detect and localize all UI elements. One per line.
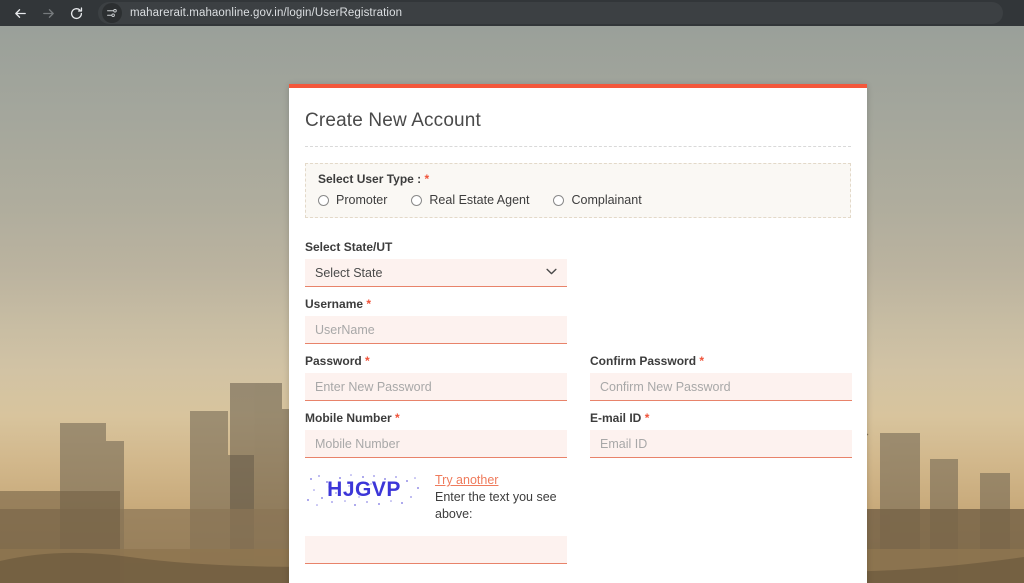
browser-toolbar: maharerait.mahaonline.gov.in/login/UserR… <box>0 0 1024 26</box>
password-label: Password * <box>305 354 567 368</box>
radio-label: Promoter <box>336 193 387 207</box>
create-account-card: Create New Account Select User Type : * … <box>289 84 867 583</box>
mobile-label: Mobile Number * <box>305 411 567 425</box>
captcha-text: HJGVP <box>327 478 401 502</box>
radio-circle-icon <box>553 195 564 206</box>
mobile-label-text: Mobile Number <box>305 411 392 425</box>
radio-option-promoter[interactable]: Promoter <box>318 193 387 207</box>
reload-icon <box>69 6 84 21</box>
captcha-hint: Enter the text you see above: <box>435 489 575 523</box>
back-button[interactable] <box>6 1 34 25</box>
password-row: Password * Enter New Password Confirm Pa… <box>305 346 851 401</box>
radio-option-real-estate-agent[interactable]: Real Estate Agent <box>411 193 529 207</box>
state-label: Select State/UT <box>305 240 567 254</box>
required-marker: * <box>366 297 371 311</box>
chevron-down-icon <box>546 268 557 278</box>
email-label-text: E-mail ID <box>590 411 641 425</box>
address-bar[interactable]: maharerait.mahaonline.gov.in/login/UserR… <box>98 2 1003 24</box>
password-field-group: Password * Enter New Password <box>305 346 567 401</box>
required-marker: * <box>425 172 430 186</box>
arrow-left-icon <box>13 6 28 21</box>
required-marker: * <box>365 354 370 368</box>
username-field-group: Username * UserName <box>305 289 567 344</box>
username-label: Username * <box>305 297 567 311</box>
user-type-legend-text: Select User Type : <box>318 172 421 186</box>
state-select-value: Select State <box>315 266 382 280</box>
arrow-right-icon <box>41 6 56 21</box>
confirm-password-label-text: Confirm Password <box>590 354 696 368</box>
email-field-group: E-mail ID * Email ID <box>590 403 852 458</box>
radio-label: Real Estate Agent <box>429 193 529 207</box>
username-label-text: Username <box>305 297 363 311</box>
confirm-password-label: Confirm Password * <box>590 354 852 368</box>
state-field-group: Select State/UT Select State <box>305 232 567 287</box>
forward-button[interactable] <box>34 1 62 25</box>
password-label-text: Password <box>305 354 362 368</box>
radio-option-complainant[interactable]: Complainant <box>553 193 641 207</box>
mobile-input[interactable]: Mobile Number <box>305 430 567 458</box>
username-row: Username * UserName <box>305 289 851 344</box>
radio-circle-icon <box>411 195 422 206</box>
user-type-legend: Select User Type : * <box>318 172 838 186</box>
url-text: maharerait.mahaonline.gov.in/login/UserR… <box>130 7 402 19</box>
radio-circle-icon <box>318 195 329 206</box>
page-title: Create New Account <box>305 110 851 132</box>
try-another-link[interactable]: Try another <box>435 472 575 488</box>
reload-button[interactable] <box>62 1 90 25</box>
state-row: Select State/UT Select State <box>305 232 851 287</box>
confirm-password-field-group: Confirm Password * Confirm New Password <box>590 346 852 401</box>
confirm-password-input[interactable]: Confirm New Password <box>590 373 852 401</box>
password-input[interactable]: Enter New Password <box>305 373 567 401</box>
radio-label: Complainant <box>571 193 641 207</box>
state-select[interactable]: Select State <box>305 259 567 287</box>
username-input[interactable]: UserName <box>305 316 567 344</box>
registration-form: Select User Type : * Promoter Real Estat… <box>305 163 851 583</box>
email-input[interactable]: Email ID <box>590 430 852 458</box>
contact-row: Mobile Number * Mobile Number E-mail ID … <box>305 403 851 458</box>
user-type-panel: Select User Type : * Promoter Real Estat… <box>305 163 851 218</box>
captcha-image: HJGVP <box>305 472 423 508</box>
required-marker: * <box>699 354 704 368</box>
page-viewport: Create New Account Select User Type : * … <box>0 26 1024 583</box>
required-marker: * <box>645 411 650 425</box>
tune-settings-icon <box>106 7 118 19</box>
email-label: E-mail ID * <box>590 411 852 425</box>
site-info-button[interactable] <box>102 3 122 23</box>
captcha-side-panel: Try another Enter the text you see above… <box>435 472 575 523</box>
captcha-row: HJGVP Try another Enter the text you see… <box>305 472 851 523</box>
captcha-input[interactable] <box>305 536 567 564</box>
mobile-field-group: Mobile Number * Mobile Number <box>305 403 567 458</box>
required-marker: * <box>395 411 400 425</box>
title-divider <box>305 146 851 147</box>
user-type-options: Promoter Real Estate Agent Complainant <box>318 193 838 207</box>
